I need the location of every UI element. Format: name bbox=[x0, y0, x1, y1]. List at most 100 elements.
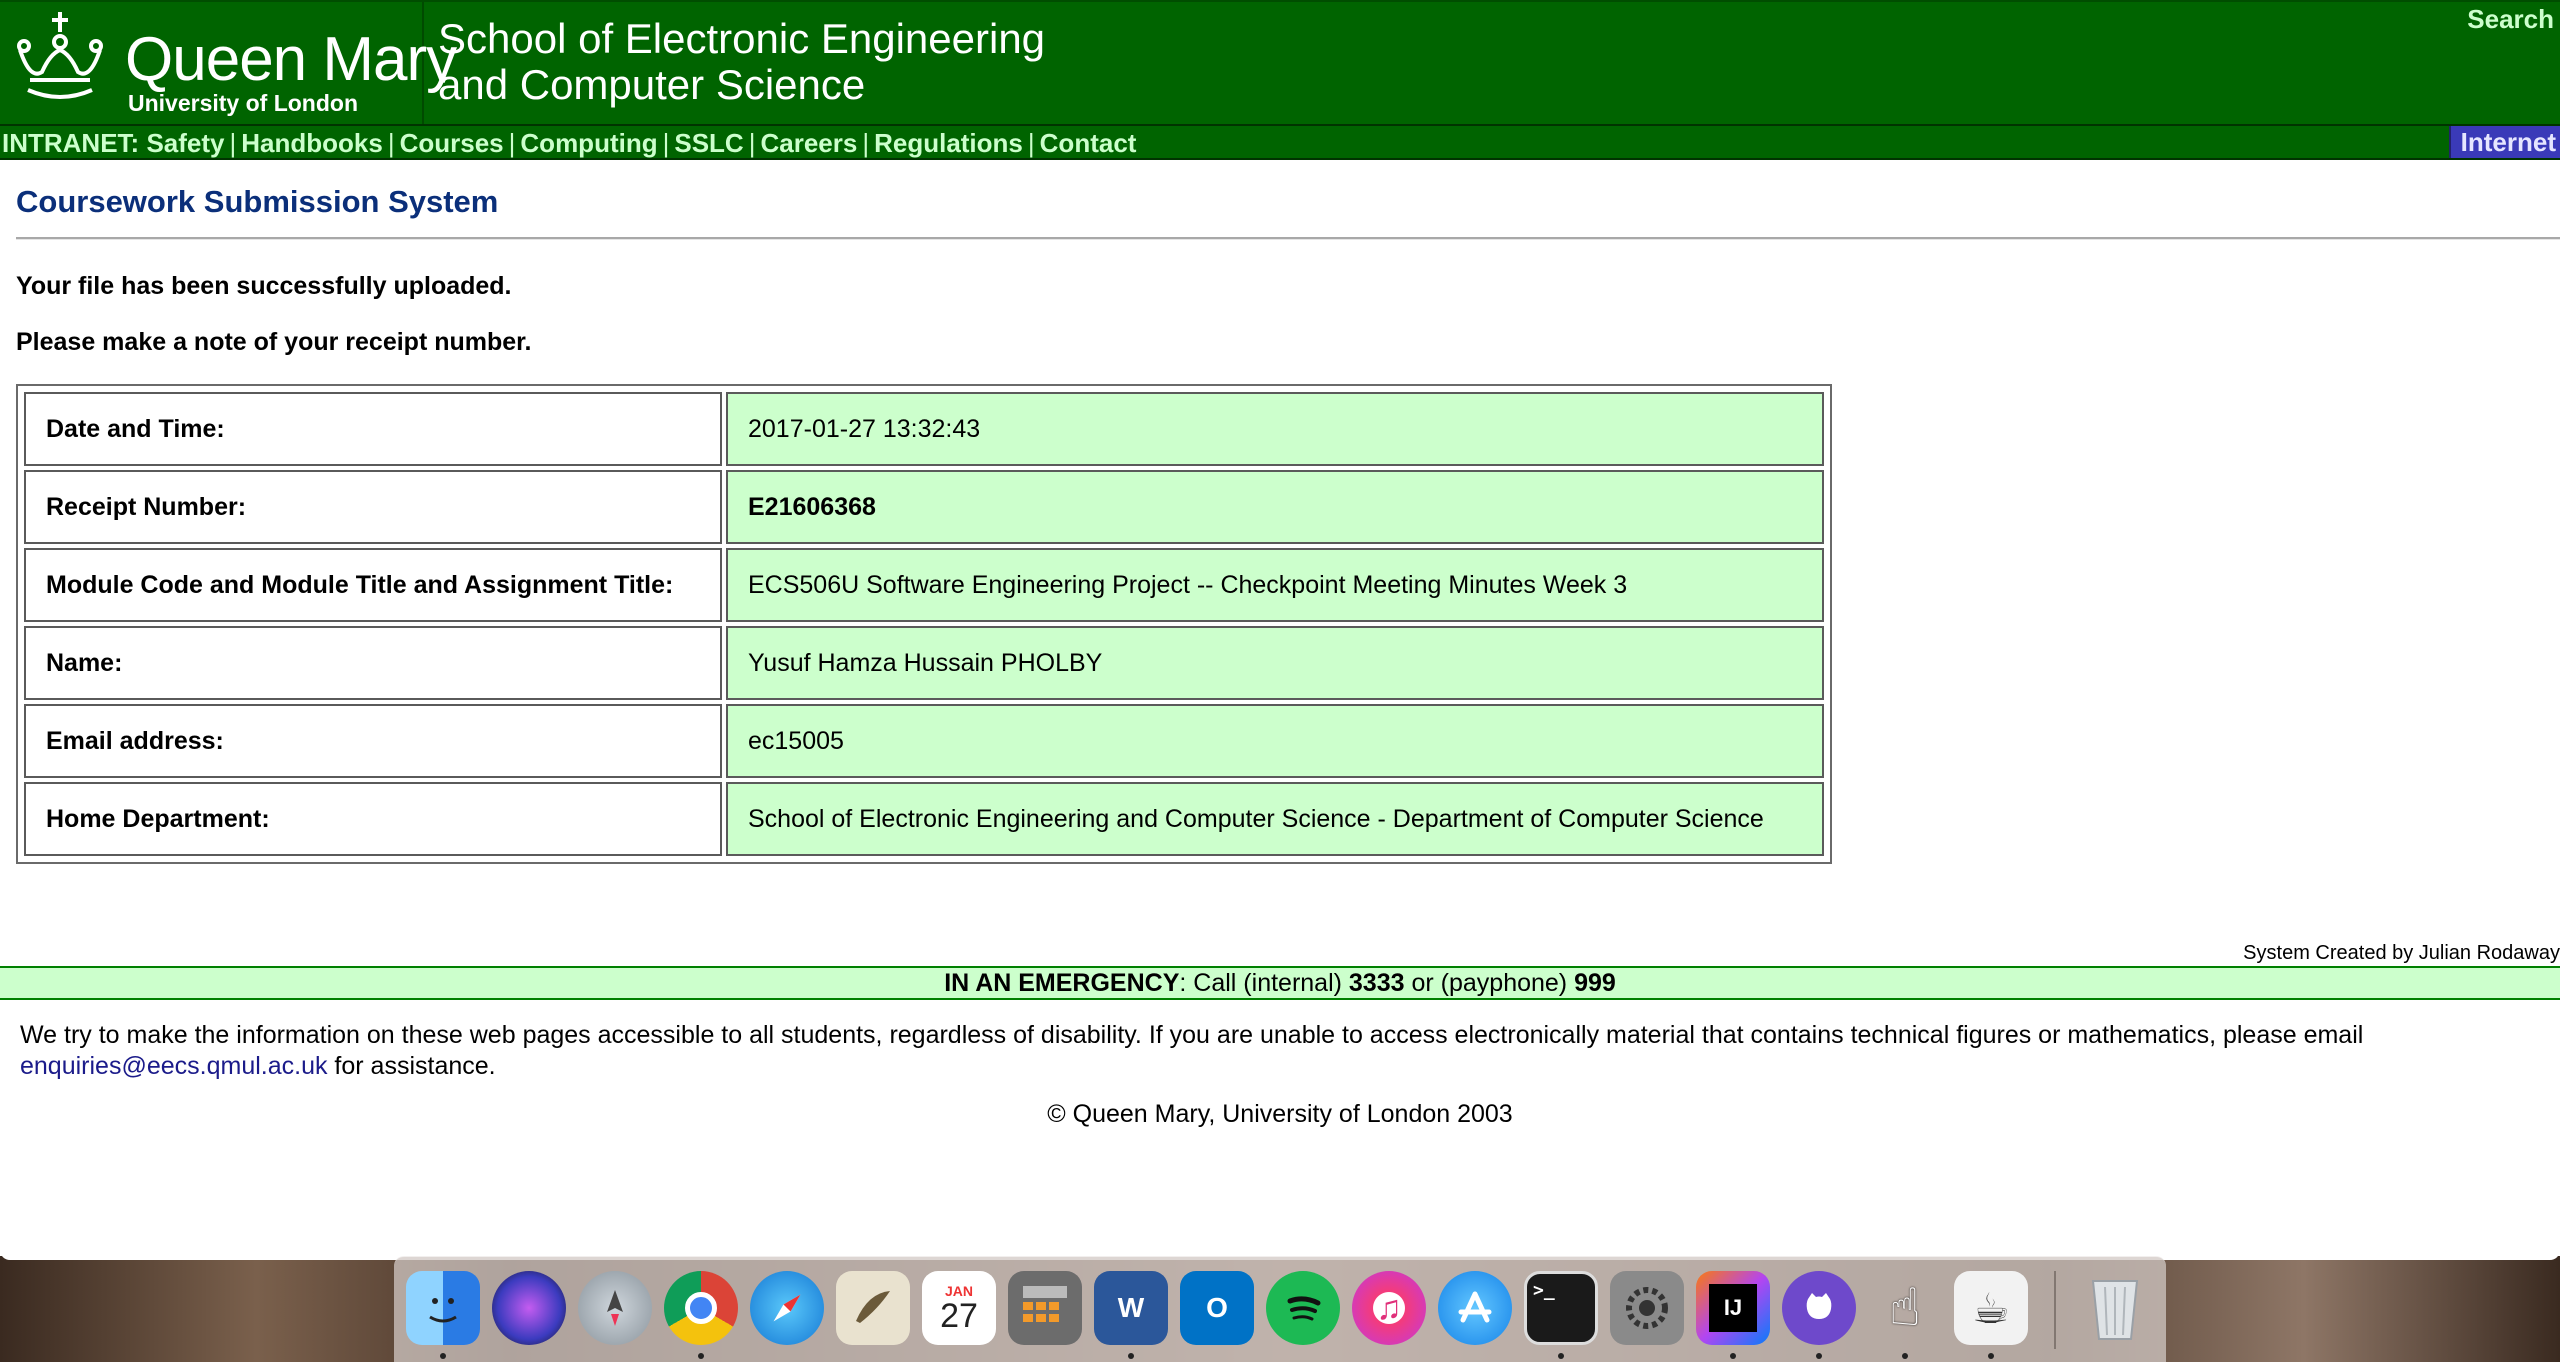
row-value-module: ECS506U Software Engineering Project -- … bbox=[726, 548, 1824, 622]
table-row: Receipt Number: E21606368 bbox=[24, 470, 1824, 544]
running-indicator bbox=[1128, 1353, 1134, 1359]
calculator-icon[interactable] bbox=[1008, 1271, 1082, 1345]
row-value-name: Yusuf Hamza Hussain PHOLBY bbox=[726, 626, 1824, 700]
trash-icon[interactable] bbox=[2078, 1271, 2152, 1345]
nav-separator: | bbox=[508, 128, 516, 158]
row-value-department: School of Electronic Engineering and Com… bbox=[726, 782, 1824, 856]
table-row: Email address: ec15005 bbox=[24, 704, 1824, 778]
emergency-label: IN AN EMERGENCY bbox=[944, 969, 1180, 997]
system-preferences-icon[interactable] bbox=[1610, 1271, 1684, 1345]
row-label-module: Module Code and Module Title and Assignm… bbox=[24, 548, 722, 622]
safari-icon[interactable] bbox=[750, 1271, 824, 1345]
school-title-line1: School of Electronic Engineering bbox=[438, 15, 1046, 62]
row-label-receipt: Receipt Number: bbox=[24, 470, 722, 544]
nav-regulations[interactable]: Regulations bbox=[874, 128, 1023, 158]
search-link[interactable]: Search bbox=[2467, 4, 2554, 35]
row-label-date: Date and Time: bbox=[24, 392, 722, 466]
nav-careers[interactable]: Careers bbox=[760, 128, 857, 158]
app-store-icon[interactable] bbox=[1438, 1271, 1512, 1345]
running-indicator bbox=[698, 1353, 704, 1359]
school-title-line2: and Computer Science bbox=[438, 61, 866, 108]
dock-separator bbox=[2054, 1271, 2056, 1349]
nav-sslc[interactable]: SSLC bbox=[674, 128, 743, 158]
coffee-app-icon[interactable]: ☕ bbox=[1954, 1271, 2028, 1345]
running-indicator bbox=[1730, 1353, 1736, 1359]
receipt-note-message: Please make a note of your receipt numbe… bbox=[16, 328, 532, 356]
spotify-icon[interactable] bbox=[1266, 1271, 1340, 1345]
row-label-name: Name: bbox=[24, 626, 722, 700]
nav-links: INTRANET: Safety | Handbooks | Courses | Compu… bbox=[2, 128, 1136, 159]
nav-separator: | bbox=[229, 128, 237, 158]
table-row: Date and Time: 2017-01-27 13:32:43 bbox=[24, 392, 1824, 466]
github-desktop-icon[interactable] bbox=[1782, 1271, 1856, 1345]
crown-icon bbox=[17, 12, 103, 99]
running-indicator bbox=[440, 1353, 446, 1359]
nav-contact[interactable]: Contact bbox=[1040, 128, 1137, 158]
nav-prefix: INTRANET: bbox=[2, 128, 147, 158]
receipt-table: Date and Time: 2017-01-27 13:32:43 Recei… bbox=[16, 384, 1832, 864]
terminal-prompt: >_ bbox=[1533, 1280, 1555, 1301]
page-title: Coursework Submission System bbox=[16, 184, 499, 219]
chrome-center bbox=[685, 1292, 717, 1324]
dock: JAN 27 W O ♫ >_ IJ ☝ ☕ bbox=[394, 1256, 2166, 1362]
table-row: Name: Yusuf Hamza Hussain PHOLBY bbox=[24, 626, 1824, 700]
qmul-logo[interactable]: Queen Mary University of London bbox=[0, 2, 457, 126]
enquiries-email-link[interactable]: enquiries@eecs.qmul.ac.uk bbox=[20, 1052, 327, 1080]
table-row: Module Code and Module Title and Assignm… bbox=[24, 548, 1824, 622]
music-note-icon: ♫ bbox=[1376, 1288, 1402, 1327]
nav-separator: | bbox=[1027, 128, 1035, 158]
chrome-icon[interactable] bbox=[664, 1271, 738, 1345]
nav-safety[interactable]: Safety bbox=[146, 128, 224, 158]
nav-courses[interactable]: Courses bbox=[400, 128, 504, 158]
copyright: © Queen Mary, University of London 2003 bbox=[1047, 1100, 1513, 1128]
row-value-receipt: E21606368 bbox=[726, 470, 1824, 544]
word-icon[interactable]: W bbox=[1094, 1271, 1168, 1345]
row-label-department: Home Department: bbox=[24, 782, 722, 856]
intellij-logo: IJ bbox=[1709, 1284, 1757, 1332]
emergency-banner: IN AN EMERGENCY: Call (internal) 3333 or… bbox=[0, 966, 2560, 1000]
logo-subtitle: University of London bbox=[128, 90, 358, 116]
site-header: Queen Mary University of London School o… bbox=[0, 0, 2560, 126]
accessibility-tail: for assistance. bbox=[327, 1052, 496, 1080]
row-value-date: 2017-01-27 13:32:43 bbox=[726, 392, 1824, 466]
accessibility-notice: We try to make the information on these … bbox=[20, 1020, 2540, 1082]
logo-name: Queen Mary bbox=[125, 25, 457, 94]
running-indicator bbox=[1988, 1353, 1994, 1359]
school-title: School of Electronic Engineering and Com… bbox=[438, 16, 1045, 108]
itunes-icon[interactable]: ♫ bbox=[1352, 1271, 1426, 1345]
pointer-app-icon[interactable]: ☝ bbox=[1868, 1271, 1942, 1345]
internet-button[interactable]: Internet bbox=[2448, 126, 2560, 158]
running-indicator bbox=[1902, 1353, 1908, 1359]
outlook-letter: O bbox=[1206, 1292, 1228, 1323]
intranet-navbar: INTRANET: Safety | Handbooks | Courses | Compu… bbox=[0, 124, 2560, 160]
payphone-number: 999 bbox=[1574, 969, 1616, 997]
row-label-email: Email address: bbox=[24, 704, 722, 778]
running-indicator bbox=[1558, 1353, 1564, 1359]
coffee-cup-icon: ☕ bbox=[1972, 1284, 2010, 1332]
calendar-day: 27 bbox=[940, 1297, 978, 1335]
hand-pointer-icon: ☝ bbox=[1889, 1279, 1921, 1337]
divider bbox=[16, 237, 2560, 240]
system-credits: System Created by Julian Rodaway bbox=[2243, 942, 2560, 964]
nav-handbooks[interactable]: Handbooks bbox=[241, 128, 383, 158]
finder-icon[interactable] bbox=[406, 1271, 480, 1345]
word-letter: W bbox=[1117, 1292, 1145, 1323]
nav-computing[interactable]: Computing bbox=[520, 128, 657, 158]
siri-icon[interactable] bbox=[492, 1271, 566, 1345]
nav-separator: | bbox=[862, 128, 870, 158]
table-row: Home Department: School of Electronic En… bbox=[24, 782, 1824, 856]
intellij-letters: IJ bbox=[1723, 1295, 1743, 1320]
mail-icon[interactable] bbox=[836, 1271, 910, 1345]
intellij-icon[interactable]: IJ bbox=[1696, 1271, 1770, 1345]
calendar-icon[interactable]: JAN 27 bbox=[922, 1271, 996, 1345]
terminal-icon[interactable]: >_ bbox=[1524, 1271, 1598, 1345]
nav-separator: | bbox=[662, 128, 670, 158]
launchpad-icon[interactable] bbox=[578, 1271, 652, 1345]
nav-separator: | bbox=[387, 128, 395, 158]
accessibility-text: We try to make the information on these … bbox=[20, 1021, 2364, 1049]
emergency-call-text: : Call (internal) bbox=[1179, 969, 1349, 997]
emergency-or-text: or (payphone) bbox=[1404, 969, 1575, 997]
nav-separator: | bbox=[748, 128, 756, 158]
outlook-icon[interactable]: O bbox=[1180, 1271, 1254, 1345]
upload-success-message: Your file has been successfully uploaded… bbox=[16, 272, 512, 300]
